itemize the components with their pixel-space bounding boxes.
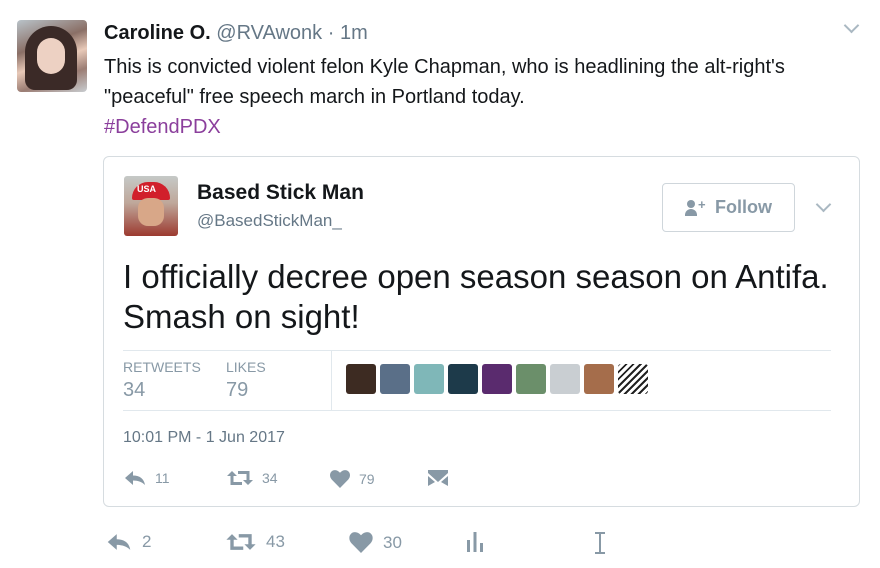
liker-avatars: [346, 364, 648, 394]
heart-icon: [330, 470, 350, 488]
follow-button[interactable]: + Follow: [662, 183, 795, 232]
analytics-button[interactable]: [466, 532, 484, 552]
liker-avatar[interactable]: [516, 364, 546, 394]
liker-avatar[interactable]: [346, 364, 376, 394]
text-cursor-icon: [594, 532, 606, 554]
quoted-reply-button[interactable]: 11: [124, 470, 170, 486]
quoted-tweet-text: I officially decree open season season o…: [123, 258, 829, 335]
stats-divider: [123, 410, 831, 411]
quoted-tweet-timestamp[interactable]: 10:01 PM - 1 Jun 2017: [123, 429, 285, 447]
quoted-reply-count: 11: [155, 470, 170, 486]
quoted-author-avatar[interactable]: USA: [124, 176, 178, 236]
liker-avatar[interactable]: [380, 364, 410, 394]
retweets-label[interactable]: RETWEETS: [123, 359, 201, 375]
liker-avatar[interactable]: [618, 364, 648, 394]
outer-tweet-text: This is convicted violent felon Kyle Cha…: [104, 56, 785, 108]
quoted-like-count: 79: [359, 471, 375, 487]
likes-value[interactable]: 79: [226, 379, 248, 402]
outer-hashtag-link[interactable]: #DefendPDX: [104, 112, 221, 142]
retweets-value[interactable]: 34: [123, 379, 145, 402]
liker-avatar[interactable]: [414, 364, 444, 394]
avatar-hat-text: USA: [137, 184, 157, 194]
outer-like-count: 30: [383, 532, 402, 552]
outer-reply-count: 2: [142, 532, 152, 551]
outer-chevron-down-icon[interactable]: [843, 17, 860, 34]
outer-like-button[interactable]: 30: [349, 532, 402, 553]
likes-label[interactable]: LIKES: [226, 359, 266, 375]
outer-author-name[interactable]: Caroline O.: [104, 22, 211, 44]
heart-icon: [349, 532, 373, 553]
stats-separator: [331, 351, 332, 410]
retweet-icon: [227, 471, 253, 485]
quoted-dm-button[interactable]: [428, 470, 448, 486]
outer-reply-button[interactable]: 2: [106, 532, 151, 552]
header-separator: ·: [327, 22, 335, 44]
retweet-icon: [226, 534, 256, 550]
liker-avatar[interactable]: [584, 364, 614, 394]
outer-tweet-header: Caroline O. @RVAwonk · 1m: [104, 22, 368, 45]
outer-author-handle[interactable]: @RVAwonk: [216, 22, 322, 44]
stats-divider: [123, 350, 831, 351]
reply-icon: [125, 471, 145, 485]
reply-icon: [107, 534, 131, 550]
quoted-retweet-button[interactable]: 34: [227, 470, 278, 486]
analytics-icon: [467, 532, 483, 552]
outer-retweet-count: 43: [266, 532, 285, 551]
quoted-chevron-down-icon[interactable]: [815, 196, 832, 213]
quoted-tweet-card[interactable]: USA Based Stick Man @BasedStickMan_ + Fo…: [103, 156, 860, 507]
quoted-like-button[interactable]: 79: [330, 470, 375, 488]
dm-icon: [428, 470, 448, 486]
follow-button-label: Follow: [715, 197, 772, 217]
outer-author-avatar[interactable]: [17, 20, 87, 92]
liker-avatar[interactable]: [448, 364, 478, 394]
outer-retweet-button[interactable]: 43: [226, 532, 285, 552]
quoted-retweet-count: 34: [262, 470, 278, 486]
liker-avatar[interactable]: [550, 364, 580, 394]
quoted-author-handle[interactable]: @BasedStickMan_: [197, 211, 342, 231]
outer-tweet-time[interactable]: 1m: [340, 22, 368, 44]
add-user-icon: +: [685, 197, 707, 216]
liker-avatar[interactable]: [482, 364, 512, 394]
quoted-author-name[interactable]: Based Stick Man: [197, 181, 364, 205]
